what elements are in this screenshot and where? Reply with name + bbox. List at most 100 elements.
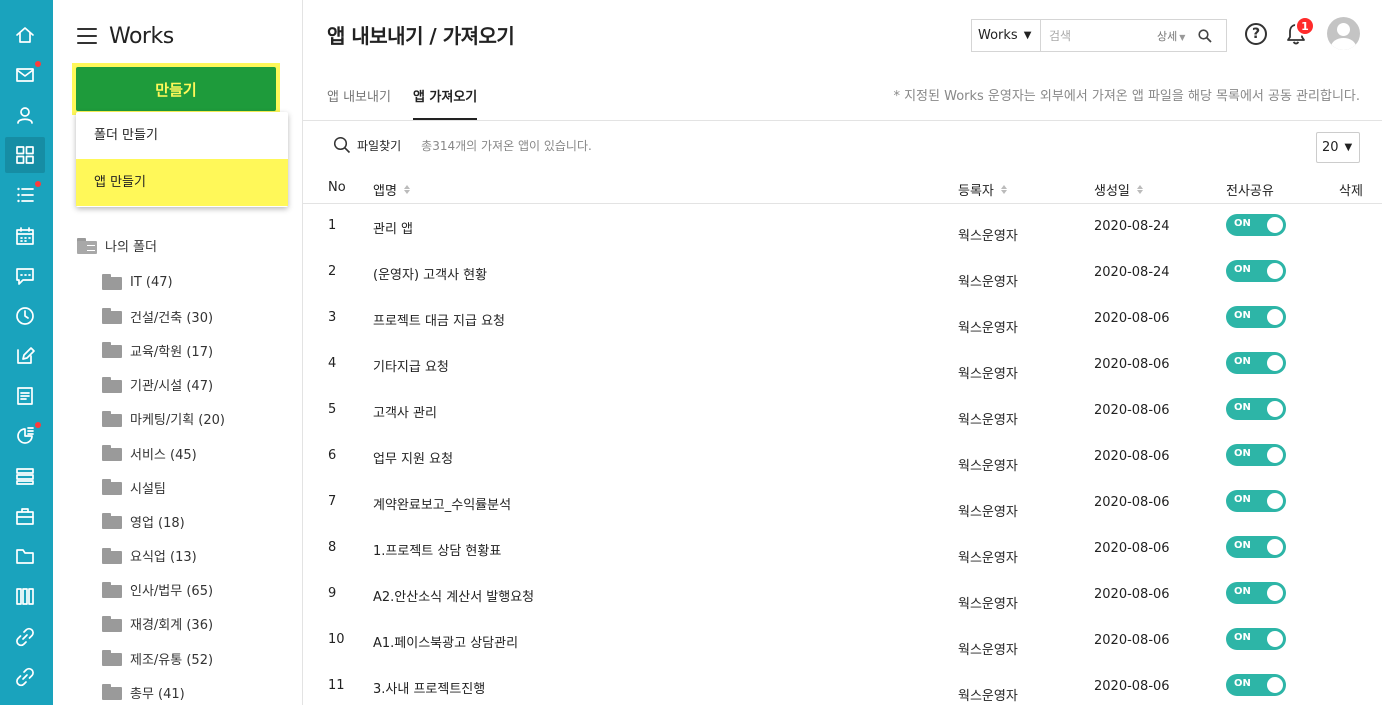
chevron-down-icon: ▼ bbox=[1023, 30, 1032, 41]
search-input[interactable] bbox=[1041, 21, 1151, 50]
column-registrant[interactable]: 등록자 bbox=[958, 180, 1007, 199]
avatar[interactable] bbox=[1327, 17, 1360, 50]
company-share-toggle[interactable]: ON bbox=[1226, 674, 1286, 696]
table-row[interactable]: 4 기타지급 요청 웍스운영자 2020-08-06 ON bbox=[303, 342, 1382, 388]
search-icon[interactable] bbox=[1195, 26, 1215, 46]
page-size-select[interactable]: 20 ▼ bbox=[1316, 132, 1360, 163]
find-file-button[interactable]: 파일찾기 bbox=[333, 136, 401, 154]
sort-icon bbox=[403, 185, 410, 194]
table-row[interactable]: 9 A2.안산소식 계산서 발행요청 웍스운영자 2020-08-06 ON bbox=[303, 572, 1382, 618]
folder-item[interactable]: 서비스 (45) bbox=[102, 436, 225, 470]
app-name-link[interactable]: 계약완료보고_수익률분석 bbox=[373, 494, 511, 513]
menu-item-create-folder[interactable]: 폴더 만들기 bbox=[76, 112, 288, 159]
folder-label: 총무 (41) bbox=[130, 686, 185, 702]
company-share-toggle[interactable]: ON bbox=[1226, 214, 1286, 236]
created-date: 2020-08-06 bbox=[1094, 587, 1170, 602]
app-name-link[interactable]: 기타지급 요청 bbox=[373, 356, 449, 375]
table-row[interactable]: 11 3.사내 프로젝트진행 웍스운영자 2020-08-06 ON bbox=[303, 664, 1382, 705]
rail-item-folder[interactable] bbox=[5, 538, 45, 574]
table-row[interactable]: 2 (운영자) 고객사 현황 웍스운영자 2020-08-24 ON bbox=[303, 250, 1382, 296]
app-name-link[interactable]: A1.페이스북광고 상담관리 bbox=[373, 632, 518, 651]
row-number: 9 bbox=[328, 586, 337, 601]
company-share-toggle[interactable]: ON bbox=[1226, 398, 1286, 420]
company-share-toggle[interactable]: ON bbox=[1226, 628, 1286, 650]
folder-item[interactable]: 교육/학원 (17) bbox=[102, 333, 225, 367]
registrant: 웍스운영자 bbox=[958, 367, 1018, 382]
hamburger-menu-icon[interactable] bbox=[77, 28, 97, 44]
folder-item[interactable]: 제조/유통 (52) bbox=[102, 641, 225, 675]
folder-item[interactable]: 재경/회계 (36) bbox=[102, 607, 225, 641]
app-name-link[interactable]: 프로젝트 대금 지급 요청 bbox=[373, 310, 505, 329]
folder-item[interactable]: 건설/건축 (30) bbox=[102, 299, 225, 333]
rail-item-home[interactable] bbox=[5, 17, 45, 53]
rail-item-briefcase[interactable] bbox=[5, 498, 45, 534]
app-name-link[interactable]: 관리 앱 bbox=[373, 218, 413, 237]
rail-item-edit[interactable] bbox=[5, 338, 45, 374]
table-row[interactable]: 7 계약완료보고_수익률분석 웍스운영자 2020-08-06 ON bbox=[303, 480, 1382, 526]
rail-item-mail[interactable] bbox=[5, 57, 45, 93]
folder-list: IT (47) 건설/건축 (30) 교육/학원 (17) 기관/시설 (47) 마케팅… bbox=[102, 265, 225, 705]
folder-item[interactable]: 인사/법무 (65) bbox=[102, 573, 225, 607]
company-share-toggle[interactable]: ON bbox=[1226, 490, 1286, 512]
created-date: 2020-08-06 bbox=[1094, 495, 1170, 510]
rail-item-apps[interactable] bbox=[5, 137, 45, 174]
table-row[interactable]: 3 프로젝트 대금 지급 요청 웍스운영자 2020-08-06 ON bbox=[303, 296, 1382, 342]
table-row[interactable]: 8 1.프로젝트 상담 현황표 웍스운영자 2020-08-06 ON bbox=[303, 526, 1382, 572]
app-name-link[interactable]: 고객사 관리 bbox=[373, 402, 437, 421]
created-date: 2020-08-24 bbox=[1094, 219, 1170, 234]
created-date: 2020-08-06 bbox=[1094, 633, 1170, 648]
rail-item-link[interactable] bbox=[5, 619, 45, 655]
rail-item-stack[interactable] bbox=[5, 458, 45, 494]
menu-item-create-app[interactable]: 앱 만들기 bbox=[76, 159, 288, 206]
rail-item-report[interactable] bbox=[5, 418, 45, 454]
folder-item[interactable]: IT (47) bbox=[102, 265, 225, 299]
rail-item-task-list[interactable] bbox=[5, 177, 45, 213]
company-share-toggle[interactable]: ON bbox=[1226, 582, 1286, 604]
tab-app-export[interactable]: 앱 내보내기 bbox=[327, 86, 391, 120]
app-name-link[interactable]: A2.안산소식 계산서 발행요청 bbox=[373, 586, 534, 605]
chat-icon bbox=[16, 267, 34, 285]
table-row[interactable]: 1 관리 앱 웍스운영자 2020-08-24 ON bbox=[303, 204, 1382, 250]
tab-app-import[interactable]: 앱 가져오기 bbox=[412, 86, 478, 120]
folder-item[interactable]: 요식업 (13) bbox=[102, 539, 225, 573]
rail-item-link[interactable] bbox=[5, 659, 45, 695]
company-share-toggle[interactable]: ON bbox=[1226, 306, 1286, 328]
search-scope-select[interactable]: Works ▼ bbox=[972, 20, 1041, 51]
folder-item[interactable]: 마케팅/기획 (20) bbox=[102, 402, 225, 436]
app-count-text: 총314개의 가져온 앱이 있습니다. bbox=[421, 138, 592, 153]
toggle-state-label: ON bbox=[1234, 264, 1251, 275]
column-app-name[interactable]: 앱명 bbox=[373, 180, 410, 199]
company-share-toggle[interactable]: ON bbox=[1226, 352, 1286, 374]
app-name-link[interactable]: 업무 지원 요청 bbox=[373, 448, 453, 467]
search-detail-toggle[interactable]: 상세 ▼ bbox=[1157, 28, 1185, 44]
folder-icon bbox=[102, 650, 122, 667]
table-row[interactable]: 5 고객사 관리 웍스운영자 2020-08-06 ON bbox=[303, 388, 1382, 434]
company-share-toggle[interactable]: ON bbox=[1226, 444, 1286, 466]
column-created[interactable]: 생성일 bbox=[1094, 180, 1143, 199]
app-name-link[interactable]: (운영자) 고객사 현황 bbox=[373, 264, 487, 283]
app-name-link[interactable]: 3.사내 프로젝트진행 bbox=[373, 678, 485, 697]
folder-item[interactable]: 총무 (41) bbox=[102, 675, 225, 705]
company-share-toggle[interactable]: ON bbox=[1226, 260, 1286, 282]
rail-item-clock[interactable] bbox=[5, 298, 45, 334]
app-name-link[interactable]: 1.프로젝트 상담 현황표 bbox=[373, 540, 501, 559]
table-row[interactable]: 10 A1.페이스북광고 상담관리 웍스운영자 2020-08-06 ON bbox=[303, 618, 1382, 664]
folder-icon bbox=[102, 308, 122, 325]
rail-item-contacts[interactable] bbox=[5, 97, 45, 133]
rail-item-library[interactable] bbox=[5, 578, 45, 614]
tab-bar: 앱 내보내기 앱 가져오기 bbox=[327, 86, 499, 120]
rail-item-board[interactable] bbox=[5, 378, 45, 414]
rail-item-chat[interactable] bbox=[5, 258, 45, 294]
folder-item[interactable]: 영업 (18) bbox=[102, 504, 225, 538]
table-row[interactable]: 6 업무 지원 요청 웍스운영자 2020-08-06 ON bbox=[303, 434, 1382, 480]
company-share-toggle[interactable]: ON bbox=[1226, 536, 1286, 558]
folder-tree-root[interactable]: 나의 폴더 bbox=[77, 236, 157, 255]
help-icon[interactable]: ? bbox=[1245, 23, 1267, 45]
created-date: 2020-08-24 bbox=[1094, 265, 1170, 280]
folder-item[interactable]: 시설팀 bbox=[102, 470, 225, 504]
toggle-state-label: ON bbox=[1234, 540, 1251, 551]
folder-icon bbox=[102, 684, 122, 701]
create-button[interactable]: 만들기 bbox=[76, 67, 276, 111]
folder-item[interactable]: 기관/시설 (47) bbox=[102, 368, 225, 402]
rail-item-calendar[interactable] bbox=[5, 218, 45, 254]
